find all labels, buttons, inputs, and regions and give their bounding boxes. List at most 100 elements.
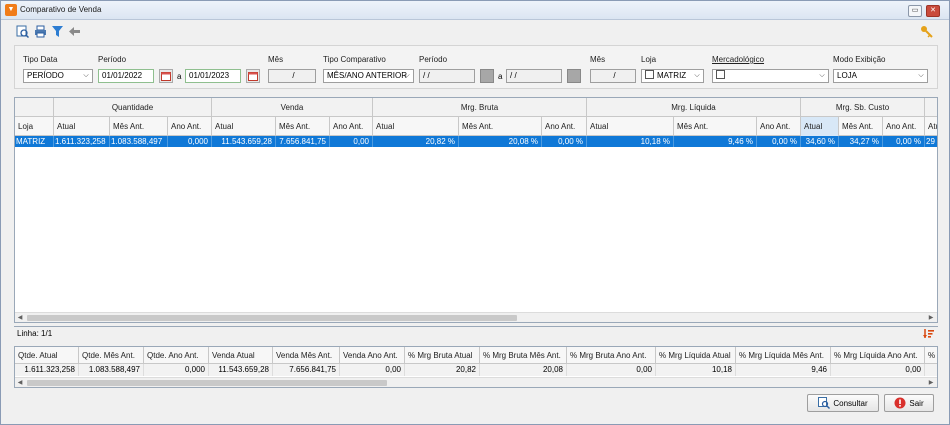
column-header[interactable]: Atual: [54, 117, 110, 136]
sort-icon[interactable]: [923, 328, 934, 343]
table-row[interactable]: MATRIZ 1.611.323,258 1.083.588,497 0,000…: [15, 136, 937, 147]
total-cell: 20,08: [480, 364, 567, 376]
consultar-button[interactable]: Consultar: [807, 394, 879, 412]
column-header[interactable]: Venda Mês Ant.: [273, 347, 340, 364]
total-cell: 10,18: [656, 364, 736, 376]
column-header[interactable]: Ano Ant.: [883, 117, 925, 136]
column-header[interactable]: Atual: [801, 117, 839, 136]
column-header[interactable]: Atual: [212, 117, 276, 136]
column-header[interactable]: % Mrg Bruta Ano Ant.: [567, 347, 656, 364]
filter-panel: Tipo Data PERÍODO ⌵ Período 01/01/2022 a…: [14, 45, 938, 89]
table-cell: 10,18 %: [587, 136, 674, 147]
modo-exibicao-select[interactable]: LOJA ⌵: [833, 69, 928, 83]
total-cell: 1.083.588,497: [79, 364, 144, 376]
periodo2-end-input[interactable]: / /: [506, 69, 562, 83]
column-header[interactable]: Mês Ant.: [276, 117, 330, 136]
tipo-comparativo-value: MÊS/ANO ANTERIOR: [327, 71, 408, 80]
chevron-down-icon: ⌵: [404, 72, 410, 79]
mes-input[interactable]: /: [268, 69, 316, 83]
loja-checkbox[interactable]: [645, 70, 654, 79]
scroll-right-icon[interactable]: ▶: [926, 313, 936, 322]
modo-exibicao-label: Modo Exibição: [833, 55, 886, 64]
totals-header: Qtde. Atual Qtde. Mês Ant. Qtde. Ano Ant…: [15, 347, 937, 364]
column-header[interactable]: Qtde. Mês Ant.: [79, 347, 144, 364]
column-header[interactable]: Mês Ant.: [674, 117, 757, 136]
total-cell: 0,00: [831, 364, 925, 376]
modo-exibicao-value: LOJA: [837, 71, 858, 80]
key-icon[interactable]: [919, 24, 933, 38]
search-icon[interactable]: [15, 24, 29, 38]
group-header: Mrg. Líquida: [587, 98, 801, 117]
print-icon[interactable]: [33, 24, 47, 38]
mes-label: Mês: [268, 55, 284, 64]
back-arrow-icon[interactable]: [67, 24, 81, 38]
horizontal-scrollbar[interactable]: ◀ ▶: [15, 377, 937, 387]
scroll-left-icon[interactable]: ◀: [15, 313, 25, 322]
column-header[interactable]: Venda Atual: [209, 347, 273, 364]
column-header[interactable]: Loja: [15, 117, 54, 136]
mercadologico-select[interactable]: ⌵: [712, 69, 829, 83]
title-bar: ▼ Comparativo de Venda ▭ ✕: [1, 1, 949, 20]
periodo-separator: a: [177, 72, 182, 81]
app-menu-icon[interactable]: ▼: [5, 4, 17, 16]
table-cell: MATRIZ: [15, 136, 54, 147]
column-header[interactable]: Ano Ant.: [542, 117, 587, 136]
tipo-data-value: PERÍODO: [27, 71, 64, 80]
column-header[interactable]: Ano Ant.: [757, 117, 801, 136]
mes2-input[interactable]: /: [590, 69, 636, 83]
column-header[interactable]: % Mrg Líquida Atual: [656, 347, 736, 364]
column-header[interactable]: % Mrg Bruta Mês Ant.: [480, 347, 567, 364]
scroll-left-icon[interactable]: ◀: [15, 378, 25, 387]
chevron-down-icon: ⌵: [83, 72, 89, 79]
column-header[interactable]: Atual: [587, 117, 674, 136]
column-header[interactable]: Qtde. Ano Ant.: [144, 347, 209, 364]
table-cell: 0,00 %: [883, 136, 925, 147]
calendar-icon[interactable]: [246, 69, 260, 83]
column-header[interactable]: Mês Ant.: [459, 117, 542, 136]
sair-label: Sair: [909, 398, 924, 408]
periodo-start-input[interactable]: 01/01/2022: [98, 69, 154, 83]
scroll-right-icon[interactable]: ▶: [926, 378, 936, 387]
periodo2-separator: a: [498, 72, 503, 81]
column-header[interactable]: % Mrg Líquida Ano Ant.: [831, 347, 925, 364]
tipo-comparativo-select[interactable]: MÊS/ANO ANTERIOR ⌵: [323, 69, 414, 83]
table-cell: 0,00 %: [757, 136, 801, 147]
chevron-down-icon: ⌵: [694, 72, 700, 79]
filter-icon[interactable]: [50, 24, 64, 38]
column-header[interactable]: Qtde. Atual: [15, 347, 79, 364]
column-header[interactable]: Mês Ant.: [110, 117, 168, 136]
column-header[interactable]: % Mrg Bruta Atual: [405, 347, 480, 364]
total-cell: 0,000: [144, 364, 209, 376]
periodo2-start-input[interactable]: / /: [419, 69, 475, 83]
column-header[interactable]: Ano Ant.: [330, 117, 373, 136]
column-header[interactable]: Venda Ano Ant.: [340, 347, 405, 364]
app-window: ▼ Comparativo de Venda ▭ ✕ Tipo Data PER…: [0, 0, 950, 425]
close-button[interactable]: ✕: [926, 5, 940, 17]
column-header[interactable]: Atu: [925, 117, 937, 136]
periodo-end-input[interactable]: 01/01/2023: [185, 69, 241, 83]
scrollbar-thumb[interactable]: [27, 315, 517, 321]
total-cell: 0,00: [567, 364, 656, 376]
total-cell: 11.543.659,28: [209, 364, 273, 376]
sair-button[interactable]: Sair: [884, 394, 934, 412]
column-header[interactable]: Atual: [373, 117, 459, 136]
grid-group-header: Quantidade Venda Mrg. Bruta Mrg. Líquida…: [15, 98, 937, 117]
loja-label: Loja: [641, 55, 657, 64]
table-cell: 20,08 %: [459, 136, 542, 147]
column-header[interactable]: Mês Ant.: [839, 117, 883, 136]
restore-button[interactable]: ▭: [908, 5, 922, 17]
column-header[interactable]: % Mrg Líquida Mês Ant.: [736, 347, 831, 364]
totals-row: 1.611.323,258 1.083.588,497 0,000 11.543…: [15, 364, 937, 376]
column-header[interactable]: %: [925, 347, 937, 364]
calendar-icon[interactable]: [159, 69, 173, 83]
scrollbar-thumb[interactable]: [27, 380, 387, 386]
horizontal-scrollbar[interactable]: ◀ ▶: [15, 312, 937, 322]
loja-select[interactable]: MATRIZ ⌵: [641, 69, 704, 83]
totals-grid: Qtde. Atual Qtde. Mês Ant. Qtde. Ano Ant…: [14, 346, 938, 388]
total-cell: 0,00: [340, 364, 405, 376]
calendar-icon: [567, 69, 581, 83]
mercadologico-link[interactable]: Mercadológico: [712, 55, 764, 64]
tipo-data-select[interactable]: PERÍODO ⌵: [23, 69, 93, 83]
mercadologico-checkbox[interactable]: [716, 70, 725, 79]
column-header[interactable]: Ano Ant.: [168, 117, 212, 136]
